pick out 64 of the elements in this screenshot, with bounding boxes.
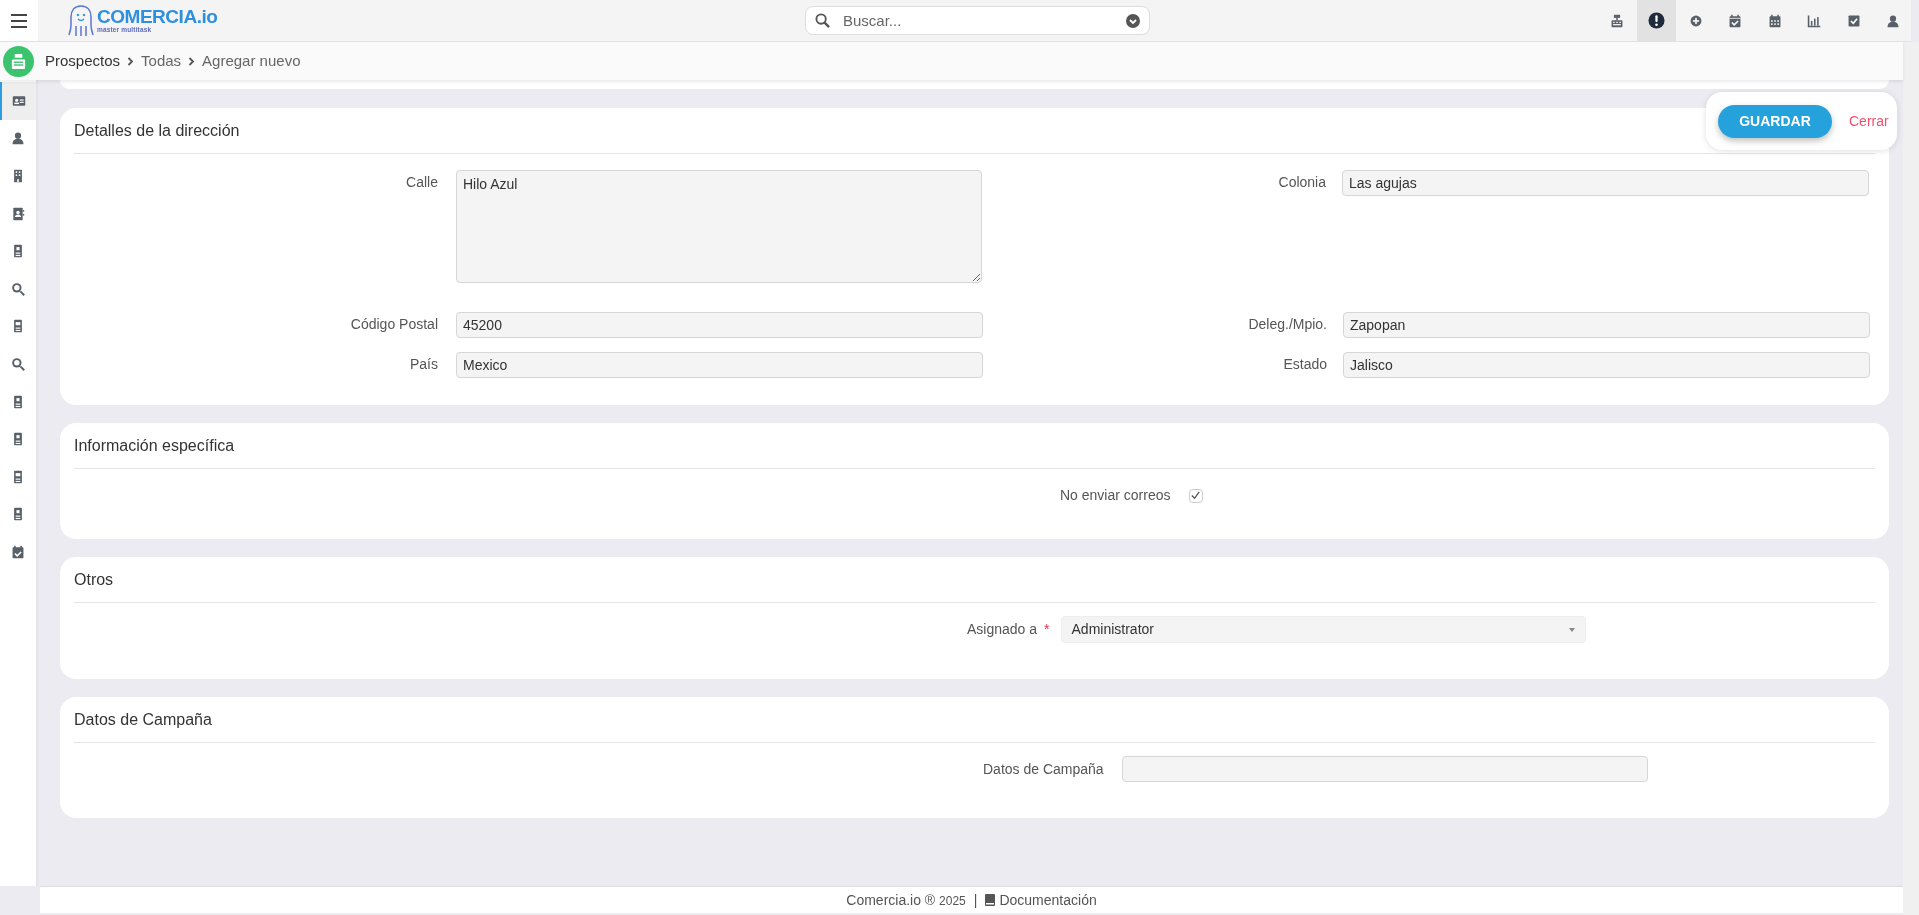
document-icon: [11, 244, 25, 259]
input-field[interactable]: Zapopan: [1343, 312, 1870, 338]
calendar-check-icon: [1728, 13, 1743, 28]
id-card-icon: [12, 93, 26, 108]
checkbox[interactable]: [1188, 488, 1203, 503]
toolbar-button[interactable]: [1636, 0, 1676, 41]
sidebar-item[interactable]: [0, 82, 36, 120]
checkbox-icon: [1846, 13, 1861, 28]
building-icon: [11, 169, 25, 183]
documentation-link[interactable]: Documentación: [985, 889, 1097, 911]
octopus-logo-icon: [68, 3, 94, 38]
magnifier-icon: [11, 356, 25, 371]
breadcrumb-link[interactable]: Todas: [141, 49, 182, 73]
required-mark: *: [1044, 620, 1050, 639]
bar-chart-icon: [1807, 13, 1822, 28]
section-title: Otros: [74, 568, 1875, 603]
chevron-down-icon: [1126, 13, 1140, 28]
field-label: Código Postal: [349, 315, 438, 334]
input-field[interactable]: [1121, 756, 1648, 782]
menu-icon: [11, 13, 27, 28]
field-label: Deleg./Mpio.: [1247, 315, 1327, 334]
field-label: Colonia: [1277, 173, 1326, 192]
cash-register-icon: [1609, 13, 1624, 28]
cash-register-icon: [10, 52, 27, 70]
calendar-check-icon: [11, 544, 25, 559]
select-field[interactable]: Administrator: [1060, 616, 1586, 643]
chevron-right-icon: [188, 56, 196, 66]
contact-book-icon: [11, 206, 25, 221]
input-field[interactable]: Las agujas: [1342, 170, 1869, 196]
field-label: País: [409, 355, 438, 374]
magnifier-icon: [11, 281, 25, 296]
field-label: Calle: [405, 173, 438, 192]
separator: |: [973, 890, 978, 910]
breadcrumb-link[interactable]: Agregar nuevo: [202, 49, 301, 73]
document-icon: [11, 319, 25, 334]
caret-icon: [1568, 627, 1575, 632]
search-field[interactable]: Buscar...: [805, 6, 1150, 35]
logo-title: COMERCIA.io: [97, 7, 218, 27]
document-icon: [11, 469, 25, 484]
document-icon: [11, 432, 25, 447]
text-area[interactable]: Hilo Azul: [456, 170, 982, 283]
user-icon: [1886, 13, 1901, 28]
chevron-right-icon: [127, 56, 135, 66]
input-field[interactable]: Mexico: [456, 352, 983, 378]
user-icon: [11, 131, 25, 146]
checkbox-label: No enviar correos: [1060, 486, 1171, 505]
section-title: Información específica: [74, 434, 1875, 469]
book-icon: [985, 894, 996, 906]
menu-button[interactable]: [0, 0, 38, 41]
section-title: Datos de Campaña: [74, 708, 1875, 743]
scrollbar[interactable]: [1903, 42, 1919, 915]
field-label: Estado: [1282, 355, 1327, 374]
document-icon: [11, 507, 25, 522]
search-icon: [815, 13, 830, 28]
field-label: Datos de Campaña: [983, 759, 1104, 779]
calendar-icon: [1767, 13, 1782, 28]
breadcrumb-link[interactable]: Prospectos: [45, 49, 121, 73]
alert-icon: [1647, 12, 1665, 29]
input-field[interactable]: 45200: [456, 312, 983, 338]
field-label: Asignado a: [967, 620, 1038, 639]
document-icon: [11, 394, 25, 409]
copyright-text: Comercia.io ® 2025: [846, 890, 966, 910]
input-field[interactable]: Jalisco: [1343, 352, 1870, 378]
plus-circle-icon: [1688, 13, 1703, 28]
